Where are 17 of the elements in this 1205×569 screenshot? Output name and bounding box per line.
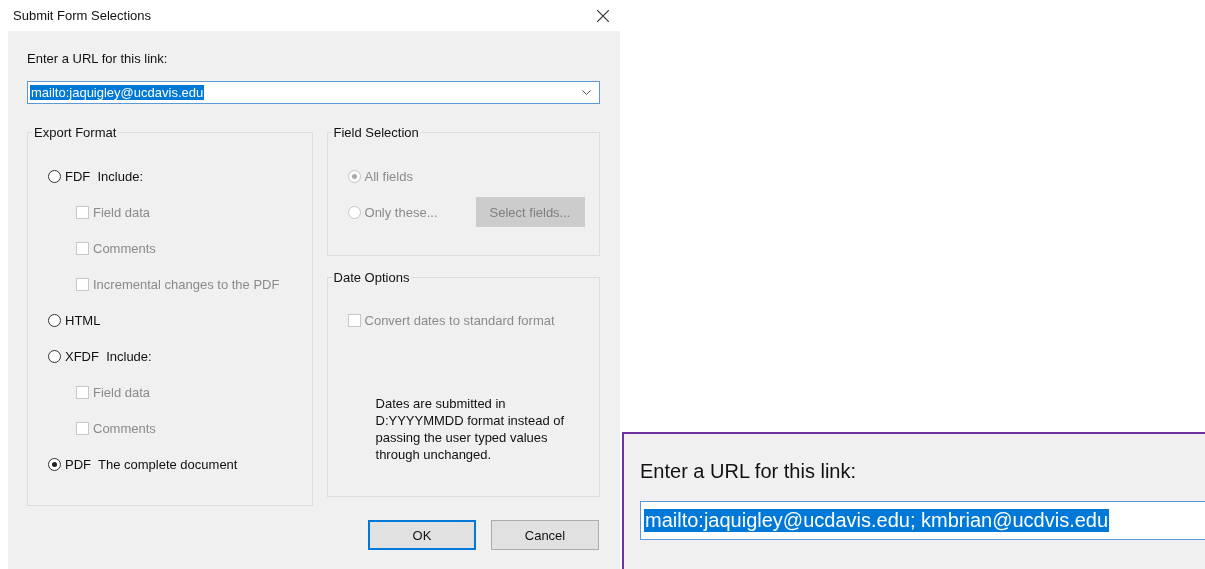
radio-option[interactable]: FDF Include: bbox=[48, 158, 312, 194]
dialog-button[interactable]: OK bbox=[368, 520, 476, 550]
url-label: Enter a URL for this link: bbox=[27, 51, 169, 68]
date-format-note: Dates are submitted in D:YYYYMMDD format instead of passing the user typed values through unchanged. bbox=[375, 395, 566, 463]
radio-option[interactable]: HTML bbox=[48, 302, 312, 338]
close-icon[interactable] bbox=[597, 9, 609, 22]
dropdown-caret-icon[interactable] bbox=[582, 90, 591, 95]
url-field[interactable]: mailto:jaquigley@ucdavis.edu; kmbrian@ucdvis.edu bbox=[640, 501, 1205, 540]
url-label: Enter a URL for this link: bbox=[640, 460, 857, 483]
dialog-button[interactable]: Cancel bbox=[491, 520, 599, 550]
radio-option[interactable]: XFDF Include: bbox=[48, 338, 312, 374]
group-title: Date Options bbox=[332, 270, 411, 285]
window-title: Submit Form Selections bbox=[13, 8, 151, 23]
radio-option[interactable]: PDF The complete document bbox=[48, 446, 312, 482]
group-title: Export Format bbox=[33, 125, 118, 140]
url-combo-box[interactable]: mailto:jaquigley@ucdavis.edu bbox=[27, 81, 600, 104]
group-title: Field Selection bbox=[332, 125, 420, 140]
